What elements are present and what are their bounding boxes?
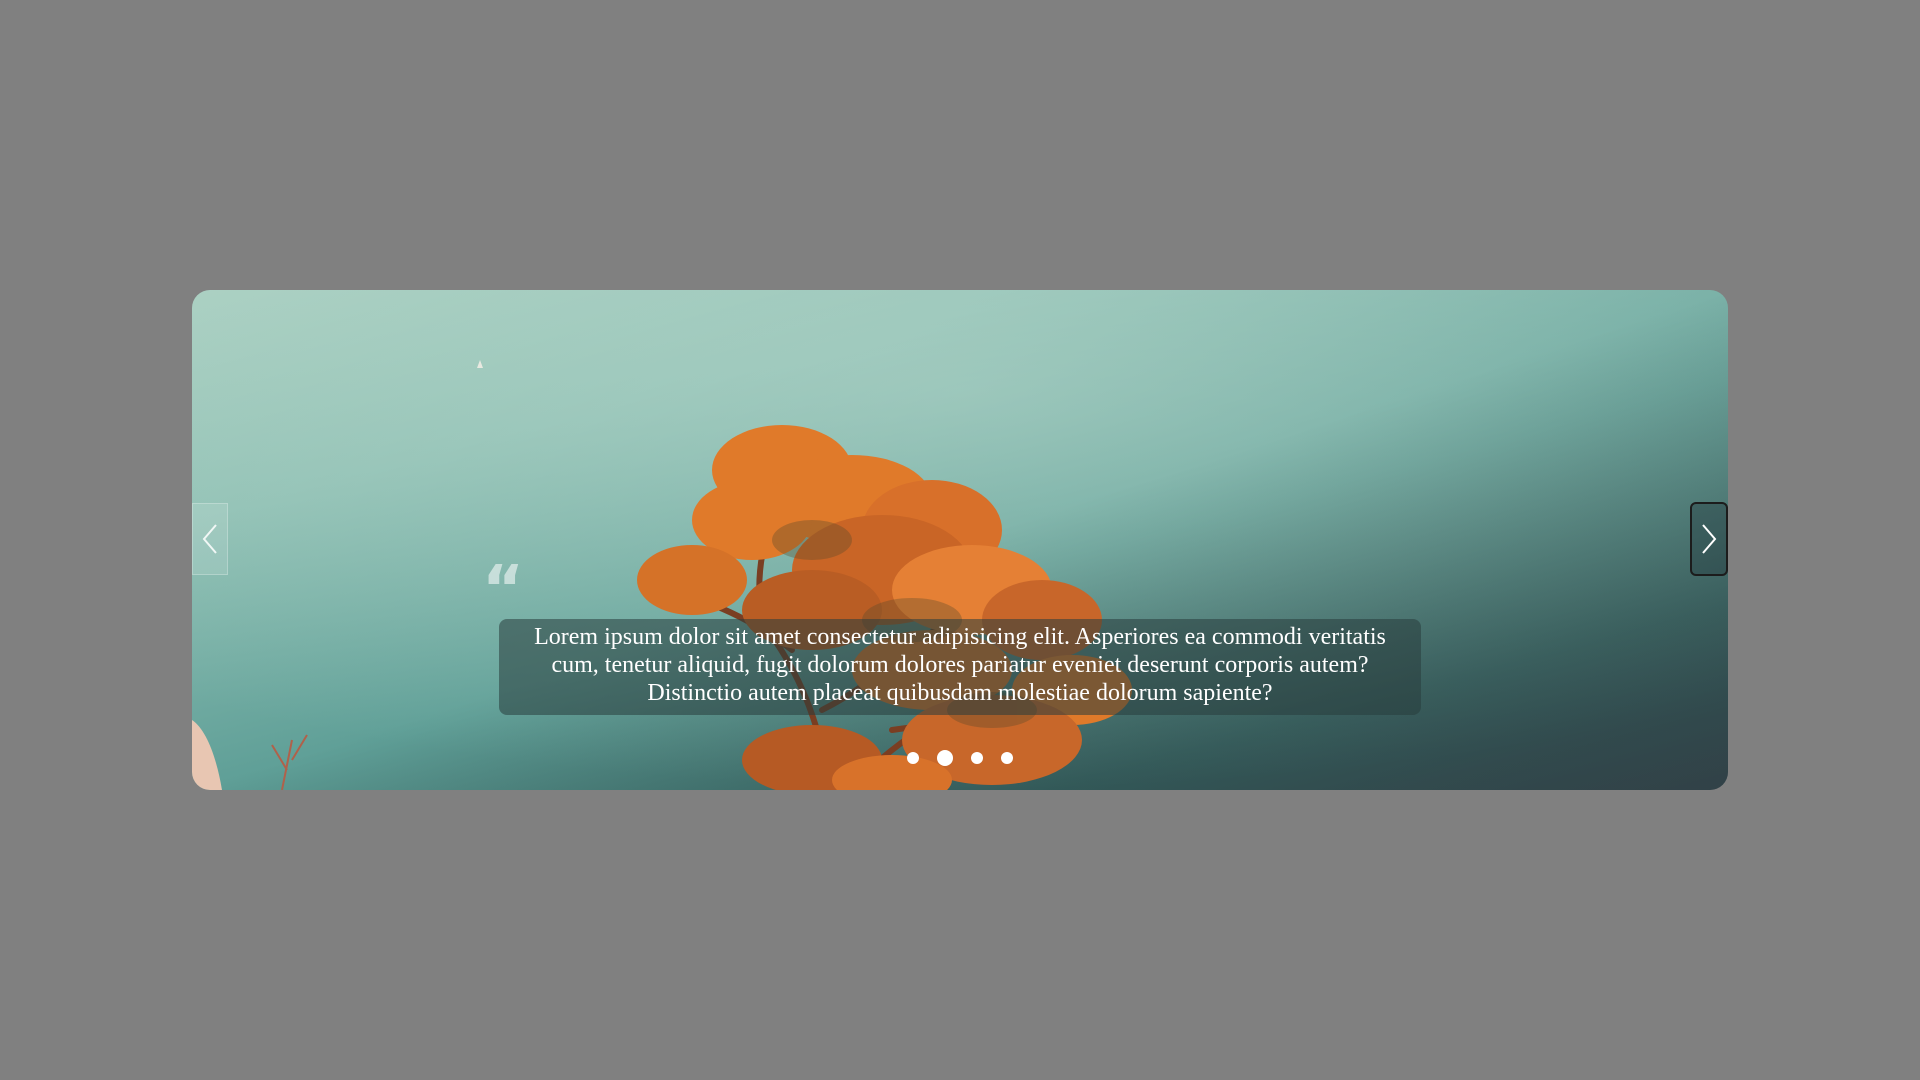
- chevron-left-icon: [202, 524, 217, 554]
- slide-dot-3[interactable]: [971, 752, 983, 764]
- quote-left-icon: “: [482, 553, 525, 627]
- slide-dot-2-active[interactable]: [937, 750, 953, 766]
- chevron-right-icon: [1702, 524, 1717, 554]
- slide-dot-1[interactable]: [907, 752, 919, 764]
- slide-dot-4[interactable]: [1001, 752, 1013, 764]
- slide-image: [192, 290, 1728, 790]
- slide-caption: Lorem ipsum dolor sit amet consectetur a…: [499, 619, 1421, 715]
- next-slide-button[interactable]: [1690, 502, 1728, 576]
- prev-slide-button[interactable]: [192, 503, 228, 575]
- slide-indicators: [192, 750, 1728, 766]
- image-slider: “ Lorem ipsum dolor sit amet consectetur…: [192, 290, 1728, 790]
